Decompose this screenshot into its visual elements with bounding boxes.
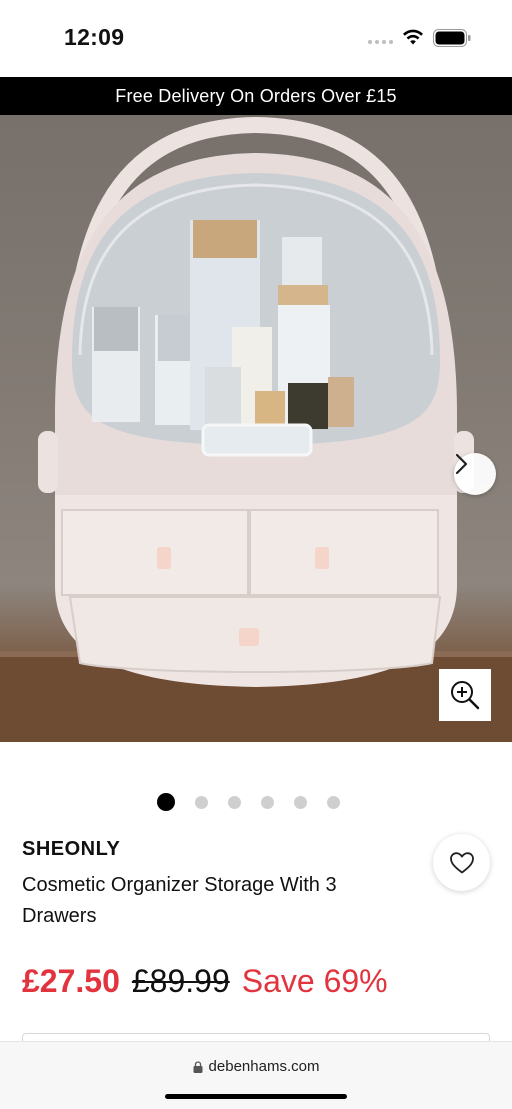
- product-photo-illustration: [0, 116, 512, 742]
- product-brand[interactable]: SHEONLY: [22, 838, 120, 861]
- url-display[interactable]: debenhams.com: [0, 1058, 512, 1075]
- browser-address-bar[interactable]: debenhams.com: [0, 1041, 512, 1109]
- product-title: Cosmetic Organizer Storage With 3 Drawer…: [22, 874, 337, 927]
- home-indicator: [165, 1094, 347, 1099]
- promo-banner[interactable]: Free Delivery On Orders Over £15: [0, 77, 512, 115]
- cellular-signal-icon: [368, 40, 393, 44]
- wifi-icon: [403, 29, 423, 45]
- carousel-dot-6[interactable]: [327, 795, 340, 809]
- carousel-dot-4[interactable]: [261, 795, 274, 809]
- price-current: £27.50: [22, 963, 120, 999]
- status-time: 12:09: [64, 24, 125, 50]
- battery-icon: [433, 29, 471, 47]
- zoom-button[interactable]: [439, 669, 491, 721]
- price-savings: Save 69%: [241, 963, 388, 999]
- lock-icon: [193, 1060, 203, 1073]
- heart-icon: [449, 851, 474, 873]
- product-image[interactable]: [0, 115, 512, 742]
- carousel-pagination: [157, 793, 340, 811]
- carousel-dot-2[interactable]: [195, 795, 208, 809]
- carousel-dot-3[interactable]: [228, 795, 241, 809]
- wishlist-button[interactable]: [433, 834, 490, 891]
- zoom-in-icon: [451, 681, 480, 710]
- carousel-dot-1[interactable]: [157, 793, 175, 811]
- chevron-right-icon: [455, 453, 468, 475]
- price-row: £27.50 £89.99 Save 69%: [22, 963, 388, 1000]
- carousel-dot-5[interactable]: [294, 795, 307, 809]
- next-image-button[interactable]: [454, 453, 496, 495]
- status-bar: 12:09: [0, 0, 512, 77]
- price-original: £89.99: [131, 963, 230, 999]
- url-domain: debenhams.com: [208, 1058, 320, 1075]
